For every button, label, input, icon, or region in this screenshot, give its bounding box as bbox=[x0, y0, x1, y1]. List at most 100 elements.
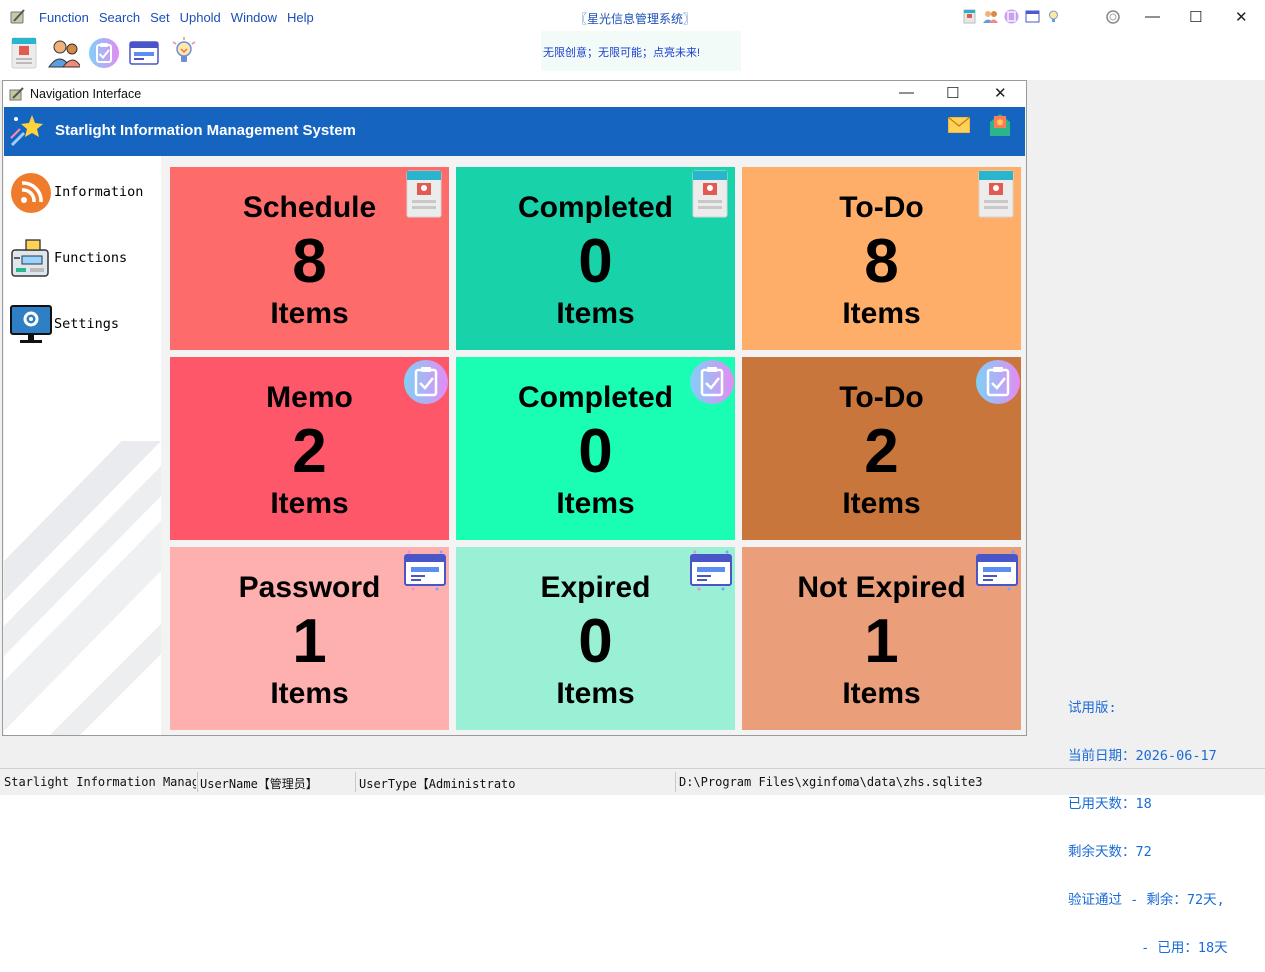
users-icon[interactable] bbox=[983, 9, 998, 24]
child-window-title: Navigation Interface bbox=[30, 87, 142, 101]
tile-unit: Items bbox=[842, 677, 921, 710]
trial-info: 试用版: 当前日期：2026-06-17 已用天数：18 剩余天数：72 验证通… bbox=[1068, 668, 1228, 972]
functions-icon bbox=[10, 238, 52, 280]
used-days: 已用天数：18 bbox=[1068, 796, 1152, 812]
main-window-header: Function Search Set Uphold Window Help 〖… bbox=[0, 0, 1265, 80]
current-date: 当前日期：2026-06-17 bbox=[1068, 748, 1217, 764]
tile-count: 0 bbox=[578, 607, 613, 676]
id-card-icon bbox=[11, 37, 37, 69]
menu-function[interactable]: Function bbox=[39, 10, 89, 25]
menu-set[interactable]: Set bbox=[150, 10, 170, 25]
tile-schedule[interactable]: Schedule 8 Items bbox=[170, 167, 449, 350]
tile-expired[interactable]: Expired 0 Items bbox=[456, 547, 735, 730]
tile-count: 8 bbox=[292, 227, 327, 296]
shooting-star-icon bbox=[10, 113, 44, 147]
app-feather-icon bbox=[9, 8, 27, 26]
envelope-open-icon[interactable] bbox=[988, 112, 1012, 138]
banner-title: Starlight Information Management System bbox=[55, 122, 356, 139]
child-close-button[interactable]: ✕ bbox=[994, 84, 1007, 102]
tile-count: 8 bbox=[864, 227, 899, 296]
sidebar-item-functions[interactable]: Functions bbox=[10, 238, 160, 282]
circle-icon[interactable] bbox=[1105, 9, 1121, 29]
menu-window[interactable]: Window bbox=[231, 10, 277, 25]
lightbulb-icon bbox=[172, 37, 196, 62]
tile-unit: Items bbox=[556, 487, 635, 520]
verify-used: - 已用：18天 bbox=[1068, 940, 1228, 956]
status-bar: Starlight Information Management System … bbox=[0, 768, 1265, 795]
mail-icon[interactable] bbox=[947, 116, 971, 134]
tile-unit: Items bbox=[270, 677, 349, 710]
status-usertype: UserType【Administrator】 bbox=[359, 777, 515, 791]
remaining-days: 剩余天数：72 bbox=[1068, 844, 1152, 860]
tile-memo[interactable]: Memo 2 Items bbox=[170, 357, 449, 540]
status-app-name: Starlight Information Management System bbox=[4, 775, 196, 789]
tile-password[interactable]: Password 1 Items bbox=[170, 547, 449, 730]
tile-count: 2 bbox=[864, 417, 899, 486]
toolbar-lightbulb-button[interactable] bbox=[168, 37, 200, 69]
status-username: UserName【管理员】 bbox=[200, 777, 318, 791]
id-card-icon bbox=[403, 169, 445, 218]
tile-unit: Items bbox=[842, 297, 921, 330]
tile-unit: Items bbox=[270, 487, 349, 520]
tile-count: 1 bbox=[864, 607, 899, 676]
sidebar-item-label: Information bbox=[54, 184, 144, 200]
child-maximize-button[interactable]: ☐ bbox=[946, 84, 959, 102]
users-icon bbox=[48, 40, 80, 68]
tile-unit: Items bbox=[556, 677, 635, 710]
sidebar: Information Functions Settings bbox=[4, 156, 161, 735]
sidebar-item-label: Functions bbox=[54, 250, 128, 266]
tile-count: 1 bbox=[292, 607, 327, 676]
toolbar-browser-button[interactable] bbox=[128, 37, 160, 69]
tile-to-do[interactable]: To-Do 2 Items bbox=[742, 357, 1021, 540]
tile-count: 2 bbox=[292, 417, 327, 486]
tile-unit: Items bbox=[556, 297, 635, 330]
navigation-window: Navigation Interface — ☐ ✕ Starlight Inf… bbox=[2, 80, 1027, 736]
verify-status: 验证通过 - 剩余：72天, bbox=[1068, 892, 1225, 908]
clipboard-check-icon bbox=[89, 38, 119, 68]
tile-to-do[interactable]: To-Do 8 Items bbox=[742, 167, 1021, 350]
clipboard-check-icon bbox=[975, 359, 1020, 404]
tile-count: 0 bbox=[578, 417, 613, 486]
trial-label: 试用版: bbox=[1068, 700, 1117, 716]
decorative-stripes bbox=[4, 441, 161, 735]
lightbulb-icon[interactable] bbox=[1046, 9, 1061, 24]
id-card-icon bbox=[689, 169, 731, 218]
slogan-banner: 无限创意；无限可能；点亮未来! bbox=[541, 31, 741, 71]
tile-unit: Items bbox=[270, 297, 349, 330]
header-banner: Starlight Information Management System bbox=[4, 107, 1025, 156]
mini-toolbar bbox=[962, 9, 1061, 24]
sidebar-item-settings[interactable]: Settings bbox=[10, 304, 160, 348]
tile-unit: Items bbox=[842, 487, 921, 520]
clipboard-check-icon bbox=[689, 359, 734, 404]
settings-monitor-icon bbox=[10, 304, 52, 346]
clipboard-check-icon[interactable] bbox=[1004, 9, 1019, 24]
sidebar-item-information[interactable]: Information bbox=[10, 172, 160, 216]
menu-uphold[interactable]: Uphold bbox=[180, 10, 221, 25]
browser-window-icon bbox=[689, 549, 732, 591]
menu-search[interactable]: Search bbox=[99, 10, 140, 25]
minimize-button[interactable]: — bbox=[1145, 8, 1160, 25]
toolbar-id-card-button[interactable] bbox=[8, 37, 40, 69]
menu-help[interactable]: Help bbox=[287, 10, 314, 25]
id-card-icon bbox=[975, 169, 1017, 218]
tile-completed[interactable]: Completed 0 Items bbox=[456, 357, 735, 540]
child-minimize-button[interactable]: — bbox=[899, 84, 914, 101]
sidebar-item-label: Settings bbox=[54, 316, 120, 332]
maximize-button[interactable]: ☐ bbox=[1189, 8, 1202, 26]
toolbar-clipboard-button[interactable] bbox=[88, 37, 120, 69]
tile-count: 0 bbox=[578, 227, 613, 296]
browser-window-icon bbox=[403, 549, 446, 591]
menu-bar: Function Search Set Uphold Window Help bbox=[39, 10, 324, 25]
browser-window-icon[interactable] bbox=[1025, 9, 1040, 24]
status-db-path: D:\Program Files\xginfoma\data\zhs.sqlit… bbox=[679, 775, 983, 789]
browser-window-icon bbox=[975, 549, 1018, 591]
rss-icon bbox=[10, 172, 52, 214]
id-card-icon[interactable] bbox=[962, 9, 977, 24]
toolbar-users-button[interactable] bbox=[48, 37, 80, 69]
browser-window-icon bbox=[129, 41, 159, 65]
app-title: 〖星光信息管理系统〗 bbox=[574, 12, 695, 26]
tile-completed[interactable]: Completed 0 Items bbox=[456, 167, 735, 350]
close-button[interactable]: ✕ bbox=[1235, 8, 1248, 26]
tile-not-expired[interactable]: Not Expired 1 Items bbox=[742, 547, 1021, 730]
child-title-bar: Navigation Interface — ☐ ✕ bbox=[3, 81, 1026, 107]
